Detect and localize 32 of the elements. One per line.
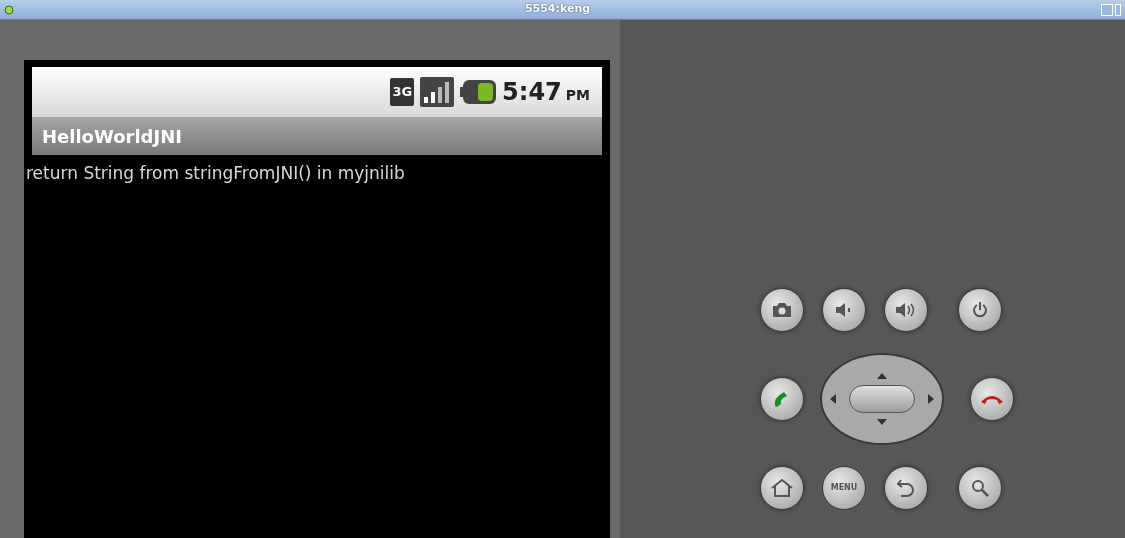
search-icon [971,479,989,497]
volume-up-button[interactable] [884,288,928,332]
back-button[interactable] [884,466,928,510]
back-icon [897,478,915,498]
hang-up-icon [981,394,1003,404]
home-icon [771,479,793,497]
power-button[interactable] [958,288,1002,332]
signal-icon [420,77,455,107]
volume-down-button[interactable] [822,288,866,332]
left-arrow-icon [830,394,836,404]
speaker-loud-icon [896,303,916,317]
end-call-button[interactable] [970,377,1014,421]
search-button[interactable] [958,466,1002,510]
center-button[interactable] [849,385,915,413]
clock-period: PM [565,86,590,105]
power-icon [972,302,988,318]
message-text: return String from stringFromJNI() in myjnilib [26,162,406,185]
battery-icon [460,80,497,104]
home-button[interactable] [760,466,804,510]
clock-time: 5:47 [502,77,562,108]
camera-button[interactable] [760,288,804,332]
right-arrow-icon [928,394,934,404]
up-arrow-icon [877,373,887,379]
window-title: 5554:keng [524,1,591,18]
app-title: HelloWorldJNI [42,124,182,149]
speaker-icon [836,303,852,317]
camera-icon [773,303,791,317]
call-button[interactable] [760,377,804,421]
down-arrow-icon [877,419,887,425]
network-type-badge: 3G [390,78,415,106]
menu-button[interactable]: MENU [822,466,866,510]
app-icon [4,4,14,15]
